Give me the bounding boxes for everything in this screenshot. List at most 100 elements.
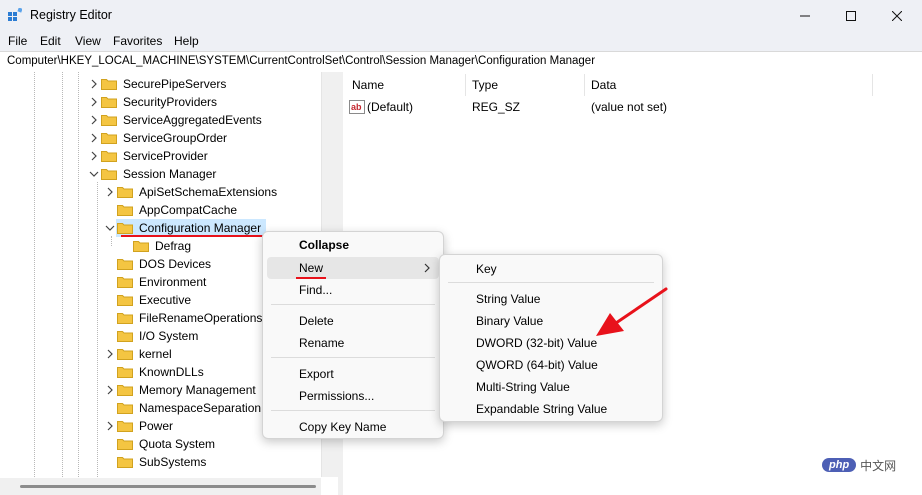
tree-item[interactable]: ServiceProvider: [0, 147, 321, 165]
tree-item-label: SecurePipeServers: [123, 77, 227, 91]
registry-editor-app-icon: [8, 8, 22, 21]
submenu-item-multi-string-value[interactable]: Multi-String Value: [476, 380, 570, 394]
close-button[interactable]: [874, 0, 920, 31]
menu-item-rename[interactable]: Rename: [299, 336, 344, 350]
chevron-right-icon[interactable]: [105, 345, 115, 363]
menu-help[interactable]: Help: [174, 34, 199, 48]
menu-separator: [271, 304, 435, 305]
chevron-right-icon[interactable]: [89, 129, 99, 147]
menu-item-copy-key-name[interactable]: Copy Key Name: [299, 420, 386, 434]
column-divider[interactable]: [872, 74, 873, 96]
tree-item-label: AppCompatCache: [139, 203, 238, 217]
tree-item-label: Power: [139, 419, 174, 433]
folder-icon: [117, 367, 133, 378]
tree-item-label: Session Manager: [123, 167, 217, 181]
window-title: Registry Editor: [30, 8, 112, 22]
chevron-right-icon[interactable]: [89, 111, 99, 129]
maximize-icon: [846, 10, 856, 21]
menu-separator: [271, 410, 435, 411]
watermark-text: 中文网: [860, 458, 897, 473]
tree-item[interactable]: ServiceGroupOrder: [0, 129, 321, 147]
chevron-right-icon[interactable]: [105, 417, 115, 435]
column-header-type[interactable]: Type: [472, 78, 498, 92]
submenu-item-string-value[interactable]: String Value: [476, 292, 540, 306]
context-menu: Collapse New Find... Delete Rename Expor…: [262, 231, 444, 439]
tree-item-label: KnownDLLs: [139, 365, 204, 379]
chevron-right-icon[interactable]: [105, 183, 115, 201]
watermark-logo: php: [822, 458, 857, 472]
value-type: REG_SZ: [472, 100, 521, 114]
tree-item[interactable]: AppCompatCache: [0, 201, 321, 219]
menu-favorites[interactable]: Favorites: [113, 34, 162, 48]
column-header-data[interactable]: Data: [591, 78, 616, 92]
menu-view[interactable]: View: [75, 34, 101, 48]
submenu-item-qword-value[interactable]: QWORD (64-bit) Value: [476, 358, 598, 372]
menu-item-delete[interactable]: Delete: [299, 314, 334, 328]
chevron-right-icon[interactable]: [89, 93, 99, 111]
folder-icon: [117, 205, 133, 216]
maximize-button[interactable]: [828, 0, 874, 31]
folder-icon: [101, 97, 117, 108]
tree-item-label: DOS Devices: [139, 257, 212, 271]
folder-icon: [117, 385, 133, 396]
menu-item-new-highlight[interactable]: [267, 257, 439, 279]
menu-item-new[interactable]: New: [299, 261, 323, 275]
tree-item-label: Configuration Manager: [139, 221, 262, 235]
tree-item-label: Memory Management: [139, 383, 256, 397]
address-bar[interactable]: Computer\HKEY_LOCAL_MACHINE\SYSTEM\Curre…: [0, 51, 922, 73]
tree-item[interactable]: ServiceAggregatedEvents: [0, 111, 321, 129]
submenu-item-dword-value[interactable]: DWORD (32-bit) Value: [476, 336, 597, 350]
column-divider[interactable]: [584, 74, 585, 96]
tree-scroll-thumb[interactable]: [20, 485, 316, 488]
tree-item[interactable]: SecurePipeServers: [0, 75, 321, 93]
tree-item-label: FileRenameOperations: [139, 311, 263, 325]
submenu-item-binary-value[interactable]: Binary Value: [476, 314, 543, 328]
column-header-name[interactable]: Name: [352, 78, 384, 92]
menu-item-collapse[interactable]: Collapse: [299, 238, 349, 252]
tree-item-label: SecurityProviders: [123, 95, 218, 109]
value-name: (Default): [367, 100, 414, 114]
menu-file[interactable]: File: [8, 34, 27, 48]
folder-icon: [117, 223, 133, 234]
folder-icon: [117, 439, 133, 450]
folder-icon: [117, 277, 133, 288]
tree-item[interactable]: SubSystems: [0, 453, 321, 471]
tree-item[interactable]: Session Manager: [0, 165, 321, 183]
folder-icon: [101, 169, 117, 180]
minimize-button[interactable]: [782, 0, 828, 31]
folder-icon: [117, 331, 133, 342]
tree-item-label: NamespaceSeparation: [139, 401, 262, 415]
column-divider[interactable]: [465, 74, 466, 96]
tree-item-label: ApiSetSchemaExtensions: [139, 185, 278, 199]
chevron-down-icon[interactable]: [89, 165, 99, 183]
chevron-down-icon[interactable]: [105, 219, 115, 237]
folder-icon: [117, 421, 133, 432]
watermark: php 中文网: [822, 454, 914, 476]
tree-item-label: I/O System: [139, 329, 199, 343]
menu-item-export[interactable]: Export: [299, 367, 334, 381]
tree-item-label: Executive: [139, 293, 192, 307]
submenu-item-expandable-string-value[interactable]: Expandable String Value: [476, 402, 607, 416]
red-underline-annotation: [296, 277, 326, 279]
folder-icon: [117, 457, 133, 468]
tree-item[interactable]: ApiSetSchemaExtensions: [0, 183, 321, 201]
menu-item-find[interactable]: Find...: [299, 283, 332, 297]
address-path[interactable]: Computer\HKEY_LOCAL_MACHINE\SYSTEM\Curre…: [7, 55, 595, 67]
folder-icon: [117, 187, 133, 198]
menu-edit[interactable]: Edit: [40, 34, 61, 48]
tree-item-label: ServiceGroupOrder: [123, 131, 228, 145]
chevron-right-icon[interactable]: [105, 381, 115, 399]
folder-icon: [117, 259, 133, 270]
tree-item[interactable]: SecurityProviders: [0, 93, 321, 111]
svg-text:ab: ab: [351, 102, 362, 112]
folder-icon: [117, 313, 133, 324]
title-bar: Registry Editor: [0, 0, 922, 31]
chevron-right-icon[interactable]: [89, 75, 99, 93]
tree-item-label: Quota System: [139, 437, 216, 451]
string-value-icon: ab: [349, 100, 365, 114]
folder-icon: [117, 403, 133, 414]
menu-item-permissions[interactable]: Permissions...: [299, 389, 374, 403]
submenu-item-key[interactable]: Key: [476, 262, 497, 276]
chevron-right-icon[interactable]: [89, 147, 99, 165]
menu-separator: [271, 357, 435, 358]
